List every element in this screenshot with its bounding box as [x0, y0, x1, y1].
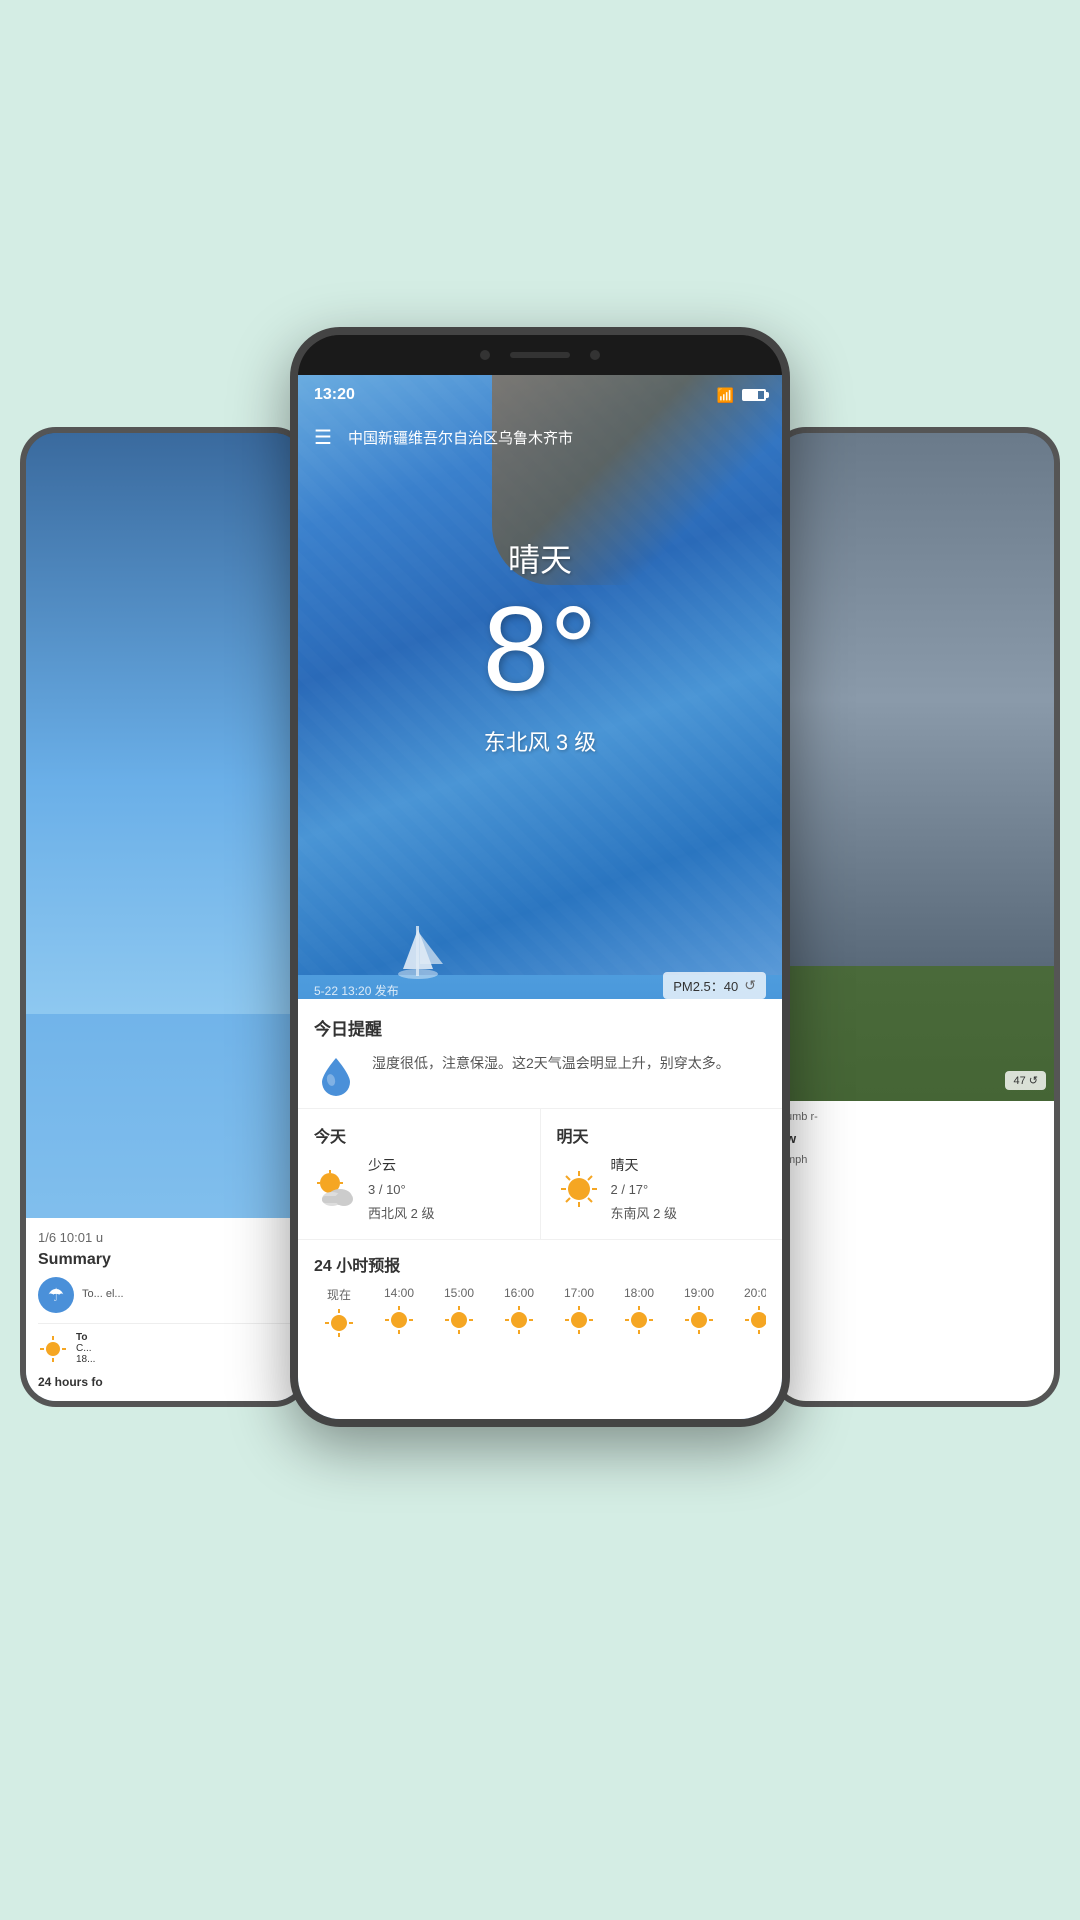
forecast-24h-title: 24 小时预报 [314, 1252, 766, 1276]
phone-left-today-details: To C... 18... [76, 1332, 95, 1365]
reminder-text: 湿度很低，注意保湿。这2天气温会明显上升，别穿太多。 [372, 1052, 730, 1074]
sun-icon-tomorrow [557, 1167, 601, 1211]
phone-center-screen: 13:20 📶 ☰ 中国新疆维吾尔自治区乌鲁木齐市 晴天 8° 东北风 3 级 [298, 375, 782, 1419]
forecast-tomorrow-weather-row: 晴天 2 / 17° 东南风 2 级 [557, 1153, 767, 1225]
hour-time-18: 18:00 [614, 1286, 664, 1300]
forecast-today-label: 今天 [314, 1123, 524, 1147]
pr-low: w [786, 1131, 1044, 1146]
phone-camera2 [590, 350, 600, 360]
status-icons: 📶 [717, 387, 766, 404]
phone-camera [480, 350, 490, 360]
bottom-panel: 今日提醒 湿度很低，注意保湿。这2天气温会明显上升，别穿太多。 今天 [298, 999, 782, 1419]
forecast-tomorrow-label: 明天 [557, 1123, 767, 1147]
phone-left-today-row: To C... 18... [38, 1332, 292, 1365]
hour-item-14: 14:00 [374, 1286, 424, 1344]
forecast-section: 今天 [298, 1109, 782, 1240]
weather-condition: 晴天 [298, 535, 782, 581]
pm25-text: PM2.5：40 [673, 976, 738, 995]
phone-left-date: 1/6 10:01 u [38, 1230, 292, 1245]
hour-time-15: 15:00 [434, 1286, 484, 1300]
forecast-today-condition: 少云 [368, 1153, 434, 1178]
forecast-hours-row: 现在 14:00 [314, 1286, 766, 1344]
sun-icon-left [38, 1334, 68, 1364]
phone-left-24h: 24 hours fo [38, 1375, 292, 1389]
forecast-tomorrow-wind: 东南风 2 级 [611, 1202, 677, 1225]
forecast-today-details: 少云 3 / 10° 西北风 2 级 [368, 1153, 434, 1225]
weather-temp: 8° [298, 589, 782, 709]
app-header: ☰ 中国新疆维吾尔自治区乌鲁木齐市 [298, 415, 782, 460]
phone-speaker [510, 352, 570, 358]
hour-item-18: 18:00 [614, 1286, 664, 1344]
phone-left-tip: To... el... [82, 1287, 124, 1302]
reminder-content: 湿度很低，注意保湿。这2天气温会明显上升，别穿太多。 [314, 1052, 766, 1096]
hour-item-now: 现在 [314, 1286, 364, 1344]
phone-left-summary: Summary [38, 1251, 292, 1269]
battery-icon [742, 389, 766, 401]
umbrella-icon: ☂ [38, 1277, 74, 1313]
forecast-tomorrow: 明天 [541, 1109, 783, 1239]
status-bar: 13:20 📶 [298, 375, 782, 415]
forecast-tomorrow-condition: 晴天 [611, 1153, 677, 1178]
hour-time-19: 19:00 [674, 1286, 724, 1300]
pr-row2: w [786, 1131, 1044, 1146]
hour-sun-20 [743, 1304, 766, 1336]
phone-left-divider [38, 1323, 292, 1324]
phone-left-detail2: 18... [76, 1354, 95, 1365]
forecast-today-weather-row: 少云 3 / 10° 西北风 2 级 [314, 1153, 524, 1225]
weather-main: 晴天 8° 东北风 3 级 [298, 455, 782, 757]
reminder-title: 今日提醒 [314, 1015, 766, 1040]
phone-left: ☰ 1/6 10:01 u Summary ☂ To... el... [20, 427, 310, 1407]
reminder-section: 今日提醒 湿度很低，注意保湿。这2天气温会明显上升，别穿太多。 [298, 999, 782, 1109]
hour-time-20: 20:00 [734, 1286, 766, 1300]
hour-item-16: 16:00 [494, 1286, 544, 1344]
hour-sun-18 [623, 1304, 655, 1336]
hour-sun-19 [683, 1304, 715, 1336]
phone-right-bottom: 47 ↺ umb r- w mph [776, 1101, 1054, 1401]
hour-item-15: 15:00 [434, 1286, 484, 1344]
hour-item-17: 17:00 [554, 1286, 604, 1344]
pr-label1: umb r- [786, 1111, 1044, 1123]
phone-left-today: To [76, 1332, 95, 1343]
location-text: 中国新疆维吾尔自治区乌鲁木齐市 [348, 427, 573, 448]
weather-wind: 东北风 3 级 [298, 725, 782, 757]
forecast-tomorrow-details: 晴天 2 / 17° 东南风 2 级 [611, 1153, 677, 1225]
forecast-24h: 24 小时预报 现在 [298, 1240, 782, 1344]
hour-time-14: 14:00 [374, 1286, 424, 1300]
phone-left-icon-row: ☂ To... el... [38, 1277, 292, 1313]
phone-right: 📶 47 ↺ umb r- w mph [770, 427, 1060, 1407]
hour-sun-17 [563, 1304, 595, 1336]
hour-sun-15 [443, 1304, 475, 1336]
hour-sun-16 [503, 1304, 535, 1336]
phone-center: 13:20 📶 ☰ 中国新疆维吾尔自治区乌鲁木齐市 晴天 8° 东北风 3 级 [290, 327, 790, 1427]
forecast-tomorrow-temp: 2 / 17° [611, 1178, 677, 1201]
hour-time-now: 现在 [314, 1286, 364, 1303]
pm-badge-right: 47 ↺ [1005, 1071, 1046, 1090]
battery-fill [744, 391, 758, 399]
refresh-icon[interactable]: ↺ [744, 977, 756, 994]
phone-notch [298, 335, 782, 375]
phone-left-bottom: 1/6 10:01 u Summary ☂ To... el... [26, 1218, 304, 1401]
hour-sun-now [323, 1307, 355, 1339]
pr-row1: umb r- [786, 1111, 1044, 1123]
status-time: 13:20 [314, 386, 355, 404]
hour-time-17: 17:00 [554, 1286, 604, 1300]
menu-icon[interactable]: ☰ [314, 425, 332, 450]
phones-container: ☰ 1/6 10:01 u Summary ☂ To... el... [0, 327, 1080, 1827]
hour-sun-14 [383, 1304, 415, 1336]
wifi-icon: 📶 [717, 387, 734, 404]
forecast-today-wind: 西北风 2 级 [368, 1202, 434, 1225]
hour-time-16: 16:00 [494, 1286, 544, 1300]
phone-left-screen: ☰ 1/6 10:01 u Summary ☂ To... el... [26, 433, 304, 1401]
partly-cloudy-icon-today [314, 1167, 358, 1211]
pr-unit: mph [786, 1154, 1044, 1166]
forecast-today: 今天 [298, 1109, 541, 1239]
pm25-badge: PM2.5：40 ↺ [663, 972, 766, 999]
phone-left-detail1: C... [76, 1343, 95, 1354]
hour-item-20: 20:00 [734, 1286, 766, 1344]
water-drop-icon [314, 1052, 358, 1096]
published-info: 5-22 13:20 发布 [314, 982, 399, 999]
pr-row3: mph [786, 1154, 1044, 1166]
forecast-today-temp: 3 / 10° [368, 1178, 434, 1201]
hour-item-19: 19:00 [674, 1286, 724, 1344]
